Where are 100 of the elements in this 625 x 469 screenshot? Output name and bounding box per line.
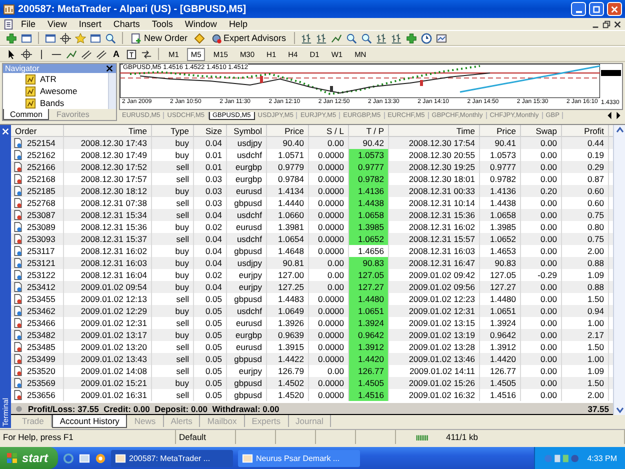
star-icon[interactable] xyxy=(75,32,86,44)
table-cell: 1.4505 xyxy=(480,377,521,389)
table-cell: 0.03 xyxy=(194,185,227,197)
line-chart-icon[interactable] xyxy=(331,32,342,44)
table-cell: 1.4420 xyxy=(480,353,521,365)
order-number: 253499 xyxy=(27,353,56,365)
table-cell: 0.05 xyxy=(194,389,227,401)
text-tool-button[interactable]: A xyxy=(111,49,122,59)
table-cell: 0.9639 xyxy=(267,329,309,341)
scroll-up-icon[interactable] xyxy=(614,125,624,135)
start-button[interactable]: start xyxy=(0,447,58,469)
plus-icon[interactable] xyxy=(6,32,17,44)
table-cell: 0.9782 xyxy=(349,173,389,185)
table-cell: 0.04 xyxy=(194,257,227,269)
menu-item[interactable]: Charts xyxy=(108,19,145,29)
restore-icon[interactable] xyxy=(602,20,611,28)
new-order-button[interactable]: New Order xyxy=(129,32,190,44)
menu-item[interactable]: Window xyxy=(180,19,222,29)
bar-chart-icon[interactable] xyxy=(376,32,388,44)
order-number: 253122 xyxy=(27,269,56,281)
table-cell: usdjpy xyxy=(227,137,267,149)
window-icon[interactable] xyxy=(45,32,56,44)
taskbar-button[interactable]: 200587: MetaTrader ... xyxy=(111,450,234,466)
table-cell: sell xyxy=(152,209,194,221)
window-icon[interactable] xyxy=(90,32,101,44)
channel-icon[interactable] xyxy=(96,48,107,60)
table-cell: 0.00 xyxy=(521,137,562,149)
bar-chart-icon[interactable] xyxy=(316,32,328,44)
table-cell: 2008.12.31 15:57 xyxy=(389,233,480,245)
table-cell: 2009.01.02 13:43 xyxy=(64,353,152,365)
table-cell: 1.4422 xyxy=(267,353,309,365)
minimize-button[interactable] xyxy=(571,2,586,16)
zoom-in-icon[interactable] xyxy=(346,32,358,44)
table-cell: 2008.12.30 17:54 xyxy=(389,137,480,149)
line-chart-icon[interactable] xyxy=(66,48,77,60)
table-cell: 0.04 xyxy=(194,233,227,245)
diamond-icon[interactable] xyxy=(194,32,205,44)
table-cell: 0.00 xyxy=(309,137,349,149)
order-number: 252185 xyxy=(27,185,56,197)
table-cell: 0.20 xyxy=(521,185,562,197)
arrow-left-icon[interactable] xyxy=(605,111,614,120)
app-icon xyxy=(3,3,15,15)
table-cell: 2009.01.02 09:56 xyxy=(389,281,480,293)
table-cell: 2009.01.02 13:17 xyxy=(64,329,152,341)
media-icon[interactable] xyxy=(95,452,106,464)
crosshair-icon[interactable] xyxy=(60,32,71,44)
zoom-out-icon[interactable] xyxy=(361,32,372,44)
table-cell: sell xyxy=(152,353,194,365)
template-icon[interactable] xyxy=(436,32,448,44)
scroll-bar[interactable] xyxy=(108,73,116,109)
table-cell: 0.05 xyxy=(194,329,227,341)
maximize-icon xyxy=(592,4,601,14)
arrow-right-icon[interactable] xyxy=(614,111,623,120)
browser-icon[interactable] xyxy=(63,452,74,464)
close-icon[interactable] xyxy=(105,64,114,73)
table-cell: 127.27 xyxy=(480,281,521,293)
table-cell: 0.9642 xyxy=(349,329,389,341)
magnifier-icon[interactable] xyxy=(105,32,116,44)
plus-icon[interactable] xyxy=(406,32,418,44)
cursor-icon[interactable] xyxy=(6,48,17,60)
menu-item[interactable]: View xyxy=(42,19,72,29)
table-cell: 0.00 xyxy=(521,329,562,341)
indicator-item[interactable]: Awesome xyxy=(25,86,108,96)
window-icon[interactable] xyxy=(21,32,32,44)
scroll-down-icon[interactable] xyxy=(614,405,624,415)
table-cell: 1.0660 xyxy=(267,209,309,221)
bar-chart-icon[interactable] xyxy=(391,32,402,44)
crosshair-icon[interactable] xyxy=(21,48,32,60)
channel-icon[interactable] xyxy=(81,48,92,60)
indicator-item[interactable]: Bands xyxy=(25,98,108,108)
table-cell: 1.3985 xyxy=(349,221,389,233)
expert-advisors-button[interactable]: Expert Advisors xyxy=(208,32,288,44)
table-cell: 0.00 xyxy=(521,257,562,269)
table-cell: 2009.01.02 13:19 xyxy=(389,329,480,341)
table-cell: 0.04 xyxy=(194,281,227,293)
bar-chart-icon[interactable] xyxy=(301,32,312,44)
navigator-tab[interactable]: Common xyxy=(3,109,50,120)
maximize-button[interactable] xyxy=(589,2,604,16)
scroll-bar[interactable] xyxy=(613,125,625,415)
close-icon[interactable] xyxy=(613,20,622,28)
menu-item[interactable]: Insert xyxy=(74,19,106,29)
close-button[interactable] xyxy=(607,2,622,16)
clock-icon[interactable] xyxy=(421,32,432,44)
table-cell: 90.41 xyxy=(480,137,521,149)
text-label-icon[interactable] xyxy=(126,48,136,60)
table-cell: 127.05 xyxy=(349,269,389,281)
menu-item[interactable]: Tools xyxy=(146,19,178,29)
table-cell: 0.00 xyxy=(521,233,562,245)
table-cell: 2008.12.30 18:12 xyxy=(64,185,152,197)
menu-item[interactable]: File xyxy=(16,19,41,29)
menu-item[interactable]: Help xyxy=(224,19,252,29)
arrows-icon[interactable] xyxy=(140,48,152,60)
order-number: 252168 xyxy=(27,173,56,185)
connection-icon xyxy=(416,433,430,441)
table-cell: 1.00 xyxy=(562,353,609,365)
terminal-tab[interactable]: Account History xyxy=(52,415,128,428)
taskbar-button[interactable]: Neurus Psar Demark ... xyxy=(238,450,360,466)
table-cell: 1.0651 xyxy=(349,305,389,317)
indicator-item[interactable]: ATR xyxy=(25,74,108,84)
table-cell: 0.00 xyxy=(521,377,562,389)
